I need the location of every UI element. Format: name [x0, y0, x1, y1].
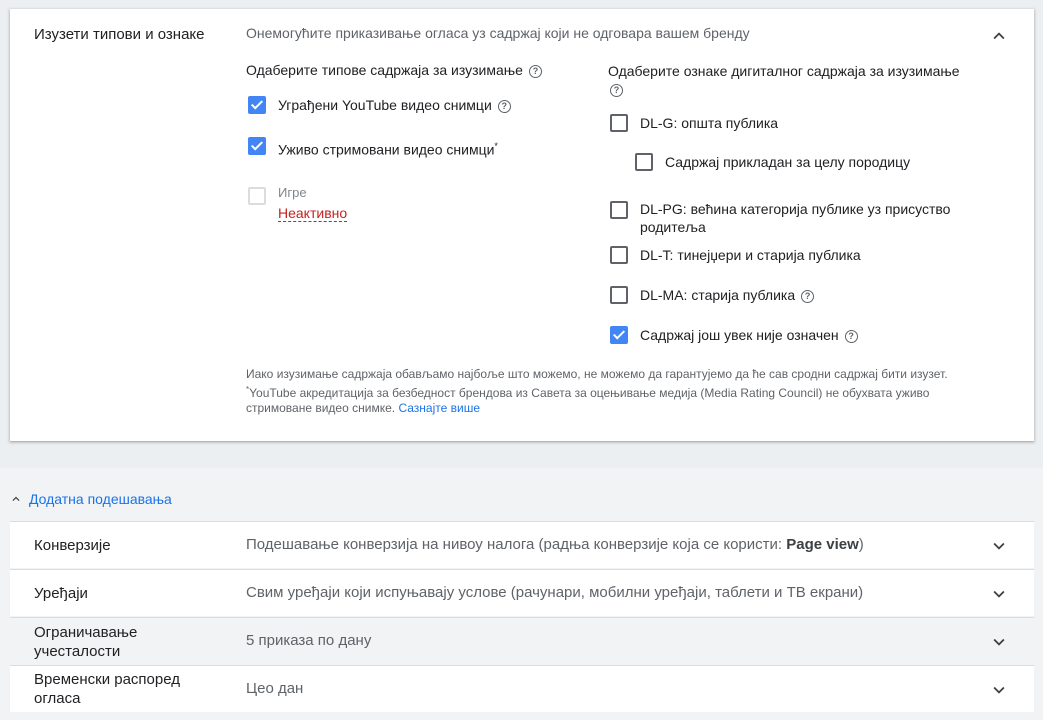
footnote-line-2: YouTube акредитација за безбедност бренд… — [246, 386, 930, 415]
checkbox-row-dl-g[interactable]: DL-G: општа публика — [610, 114, 778, 132]
help-circle-icon[interactable]: ? — [801, 290, 815, 303]
inactive-status-link[interactable]: Неактивно — [278, 205, 348, 222]
footnote-line-1: Иако изузимање садржаја обављамо најбоље… — [246, 367, 948, 381]
checkbox-games — [248, 187, 266, 205]
checkbox-label: DL-MA: старија публика — [640, 287, 796, 303]
chevron-down-icon — [993, 686, 1005, 694]
row-value: Цео дан — [246, 680, 304, 697]
row-label: Ограничавање учесталости — [34, 624, 138, 660]
collapse-button[interactable] — [988, 25, 1010, 47]
checkbox-row-dl-t[interactable]: DL-T: тинејџери и старија публика — [610, 246, 861, 264]
checkbox-row-games: Игре Неактивно — [248, 184, 348, 222]
chevron-down-icon — [993, 590, 1005, 598]
checkbox-label: Игре — [278, 185, 307, 200]
expand-button[interactable] — [988, 631, 1010, 653]
expand-button[interactable] — [988, 535, 1010, 557]
checkbox-dl-t[interactable] — [610, 246, 628, 264]
checkbox-row-dl-pg[interactable]: DL-PG: већина категорија публике уз прис… — [610, 200, 950, 236]
checkbox-label: Уграђени YouTube видео снимци — [278, 97, 492, 113]
checkbox-row-live-streaming[interactable]: Уживо стримовани видео снимци* — [248, 137, 498, 159]
checkbox-label: Садржај још увек није означен — [640, 327, 839, 343]
checkbox-row-family[interactable]: Садржај прикладан за целу породицу — [635, 153, 910, 171]
help-circle-icon[interactable]: ? — [497, 100, 511, 113]
exclusion-card: Изузети типови и ознаке Онемогућите прик… — [10, 9, 1034, 441]
row-label: Уређаји — [34, 585, 88, 602]
row-value: 5 приказа по дану — [246, 632, 372, 649]
settings-row-conversions[interactable]: Конверзије Подешавање конверзија на ниво… — [10, 521, 1034, 568]
chevron-up-icon — [993, 32, 1005, 40]
checkbox-dl-pg[interactable] — [610, 201, 628, 219]
asterisk: * — [494, 141, 498, 151]
row-value: Подешавање конверзија на нивоу налога (р… — [246, 536, 864, 553]
card-title: Изузети типови и ознаке — [34, 26, 205, 43]
settings-row-devices[interactable]: Уређаји Свим уређаји који испуњавају усл… — [10, 569, 1034, 616]
help-circle-icon[interactable]: ? — [610, 84, 623, 97]
content-types-heading: Одаберите типове садржаја за изузимање? — [246, 62, 542, 78]
checkbox-not-labeled[interactable] — [610, 326, 628, 344]
checkbox-dl-g[interactable] — [610, 114, 628, 132]
advanced-settings-toggle[interactable]: Додатна подешавања — [9, 491, 172, 507]
expand-button[interactable] — [988, 583, 1010, 605]
expand-button[interactable] — [988, 679, 1010, 701]
checkbox-row-dl-ma[interactable]: DL-MA: старија публика? — [610, 286, 815, 304]
settings-row-frequency-cap[interactable]: Ограничавање учесталости 5 приказа по дан… — [10, 617, 1034, 664]
checkbox-label: DL-PG: већина категорија публике уз прис… — [640, 201, 951, 217]
checkbox-family[interactable] — [635, 153, 653, 171]
checkbox-row-not-labeled[interactable]: Садржај још увек није означен? — [610, 326, 858, 344]
settings-row-ad-schedule[interactable]: Временски распоред огласа Цео дан — [10, 665, 1034, 712]
checkbox-label: DL-T: тинејџери и старија публика — [640, 247, 861, 263]
chevron-up-icon — [12, 496, 20, 501]
help-circle-icon[interactable]: ? — [844, 330, 858, 343]
checkbox-embedded-youtube[interactable] — [248, 96, 266, 114]
checkbox-label-line2: родитеља — [640, 219, 706, 235]
checkbox-row-embedded-youtube[interactable]: Уграђени YouTube видео снимци? — [248, 96, 511, 114]
learn-more-link[interactable]: Сазнајте више — [398, 401, 480, 415]
row-label: Временски распоред огласа — [34, 671, 180, 707]
checkbox-dl-ma[interactable] — [610, 286, 628, 304]
chevron-down-icon — [993, 542, 1005, 550]
chevron-down-icon — [993, 638, 1005, 646]
help-circle-icon[interactable]: ? — [528, 65, 542, 78]
checkbox-label: Уживо стримовани видео снимци — [278, 141, 495, 158]
card-description: Онемогућите приказивање огласа уз садржа… — [246, 25, 750, 41]
footnote: Иако изузимање садржаја обављамо најбоље… — [246, 367, 986, 416]
advanced-settings-label: Додатна подешавања — [29, 491, 172, 507]
row-value: Свим уређаји који испуњавају услове (рач… — [246, 584, 864, 601]
row-label: Конверзије — [34, 537, 111, 554]
checkbox-label: Садржај прикладан за целу породицу — [665, 154, 911, 170]
checkbox-label: DL-G: општа публика — [640, 115, 779, 131]
labels-heading: Одаберите ознаке дигиталног садржаја за … — [608, 63, 960, 97]
checkbox-live-streaming[interactable] — [248, 137, 266, 155]
